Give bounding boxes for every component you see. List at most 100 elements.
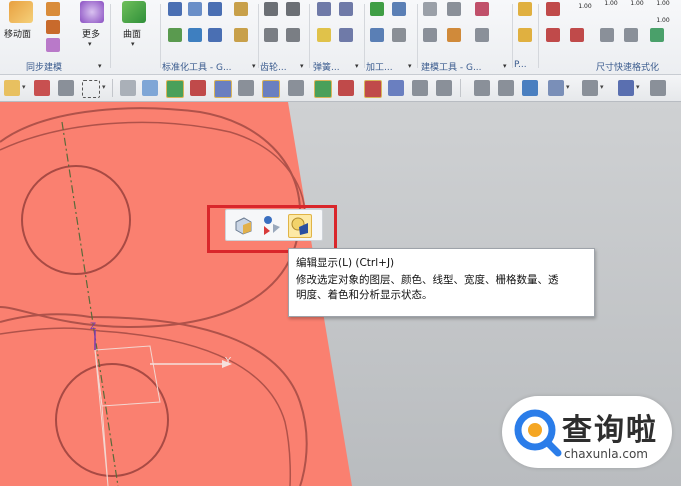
gear-tool-icon-4[interactable] (286, 28, 300, 42)
delete-face-icon[interactable] (46, 38, 60, 52)
p-tool-icon-2[interactable] (518, 28, 532, 42)
ribbon-group-surface: 曲面 ▾ (112, 0, 158, 74)
snap-grid-icon[interactable] (166, 80, 184, 98)
select-point-icon[interactable] (34, 80, 50, 96)
zoom-icon[interactable] (498, 80, 514, 96)
dimension-value[interactable]: 1.00 (652, 1, 674, 7)
group-dropdown-icon[interactable]: ▾ (252, 62, 256, 70)
line-snap-icon[interactable] (190, 80, 206, 96)
std-tool-icon-8[interactable] (234, 28, 248, 42)
model-tool-icon-4[interactable] (423, 28, 437, 42)
z-axis-label: Z (90, 322, 97, 332)
red-highlight-box (207, 205, 337, 253)
circle-center-icon[interactable] (314, 80, 332, 98)
tooltip-title: 编辑显示(L) (Ctrl+J) (296, 257, 395, 269)
std-tool-icon-3[interactable] (208, 2, 222, 16)
selection-toolbar: ▾ ▾ ▾ ▾ ▾ (0, 75, 681, 102)
std-tool-icon-7[interactable] (208, 28, 222, 42)
spring-tool-icon-1[interactable] (317, 2, 331, 16)
std-tool-icon-4[interactable] (234, 2, 248, 16)
dimension-value[interactable]: 1.00 (574, 4, 596, 10)
more-button[interactable]: 更多 (82, 27, 100, 40)
diameter-icon[interactable] (600, 28, 614, 42)
group-dropdown-icon[interactable]: ▾ (355, 62, 359, 70)
machining-tool-icon-4[interactable] (392, 28, 406, 42)
rectangle-select-icon[interactable] (82, 80, 100, 98)
spring-tool-icon-2[interactable] (339, 2, 353, 16)
diameter-strike-icon[interactable] (624, 28, 638, 42)
dimension-icon-1[interactable] (546, 2, 560, 16)
return-icon[interactable] (650, 28, 664, 42)
machining-tool-icon-3[interactable] (370, 28, 384, 42)
ribbon-group-sync-modeling: 移动面 更多 ▾ 同步建模 ▾ (0, 0, 108, 74)
std-tool-icon-1[interactable] (168, 2, 182, 16)
cube-icon[interactable] (142, 80, 158, 96)
dimension-icon-2[interactable] (546, 28, 560, 42)
dimension-value[interactable]: 1.00 (600, 1, 622, 7)
curve-icon[interactable] (262, 80, 280, 98)
dropdown-icon[interactable]: ▾ (600, 83, 604, 91)
grid-snap-icon[interactable] (436, 80, 452, 96)
more-dropdown-icon[interactable]: ▾ (88, 40, 92, 48)
p-tool-icon-1[interactable] (518, 2, 532, 16)
machining-tool-icon-2[interactable] (392, 2, 406, 16)
machining-check-icon[interactable] (370, 2, 384, 16)
replace-face-icon[interactable] (46, 20, 60, 34)
sync-face-icon[interactable] (46, 2, 60, 16)
ribbon-group-spring: 弹簧... ▾ (311, 0, 363, 74)
dropdown-icon[interactable]: ▾ (566, 83, 570, 91)
std-tool-icon-5[interactable] (168, 28, 182, 42)
spring-tool-icon-4[interactable] (339, 28, 353, 42)
render-style-icon[interactable] (582, 80, 598, 96)
surface-button[interactable]: 曲面 (123, 27, 141, 40)
spring-tool-icon-3[interactable] (317, 28, 331, 42)
orient-view-icon[interactable] (548, 80, 564, 96)
select-filter-icon[interactable] (58, 80, 74, 96)
gear-tool-icon-3[interactable] (264, 28, 278, 42)
model-tool-icon-5[interactable] (447, 28, 461, 42)
group-dropdown-icon[interactable]: ▾ (503, 62, 507, 70)
move-face-icon[interactable] (9, 1, 33, 23)
dropdown-icon[interactable]: ▾ (636, 83, 640, 91)
ribbon-group-dimension-format: 1.00 1.00 1.00 1.00 1.00 尺寸快速格式化 (540, 0, 681, 74)
group-dropdown-icon[interactable]: ▾ (98, 62, 102, 70)
dimension-icon-3[interactable] (570, 28, 584, 42)
endpoint-icon[interactable] (214, 80, 232, 98)
dimension-value[interactable]: 1.00 (652, 18, 674, 24)
std-tool-icon-2[interactable] (188, 2, 202, 16)
shaded-icon[interactable] (120, 80, 136, 96)
group-dropdown-icon[interactable]: ▾ (408, 62, 412, 70)
model-tool-icon-3[interactable] (475, 2, 489, 16)
group-label-spring: 弹簧... (313, 63, 340, 73)
more-icon[interactable] (80, 1, 104, 23)
move-face-button[interactable]: 移动面 (4, 27, 31, 40)
perpendicular-icon[interactable] (288, 80, 304, 96)
more-tools-icon[interactable] (650, 80, 666, 96)
std-tool-icon-6[interactable] (188, 28, 202, 42)
intersection-icon[interactable] (364, 80, 382, 98)
arc-icon[interactable] (238, 80, 254, 96)
surface-icon[interactable] (122, 1, 146, 23)
gear-tool-icon-1[interactable] (264, 2, 278, 16)
rotate-icon[interactable] (522, 80, 538, 96)
tangent-icon[interactable] (388, 80, 404, 96)
grid-icon[interactable] (447, 2, 461, 16)
quadrant-icon[interactable] (338, 80, 354, 96)
surface-dropdown-icon[interactable]: ▾ (131, 40, 135, 48)
display-cube-icon[interactable] (618, 80, 634, 96)
dropdown-icon[interactable]: ▾ (102, 83, 106, 91)
gear-tool-icon-2[interactable] (286, 2, 300, 16)
group-dropdown-icon[interactable]: ▾ (300, 62, 304, 70)
dropdown-icon[interactable]: ▾ (22, 83, 26, 91)
ribbon-group-standard-tools: 标准化工具 - G... ▾ (162, 0, 258, 74)
edit-display-tooltip: 编辑显示(L) (Ctrl+J) 修改选定对象的图层、颜色、线型、宽度、栅格数量… (288, 248, 595, 317)
snap-point-icon[interactable] (4, 80, 20, 96)
dimension-value[interactable]: 1.00 (626, 1, 648, 7)
ribbon-group-gear: 齿轮... ▾ (260, 0, 308, 74)
fit-view-icon[interactable] (474, 80, 490, 96)
point-icon[interactable] (412, 80, 428, 96)
model-tool-icon-6[interactable] (475, 28, 489, 42)
triangle-icon[interactable] (423, 2, 437, 16)
toolbar-separator (112, 79, 113, 97)
group-label-gear: 齿轮... (260, 63, 287, 73)
